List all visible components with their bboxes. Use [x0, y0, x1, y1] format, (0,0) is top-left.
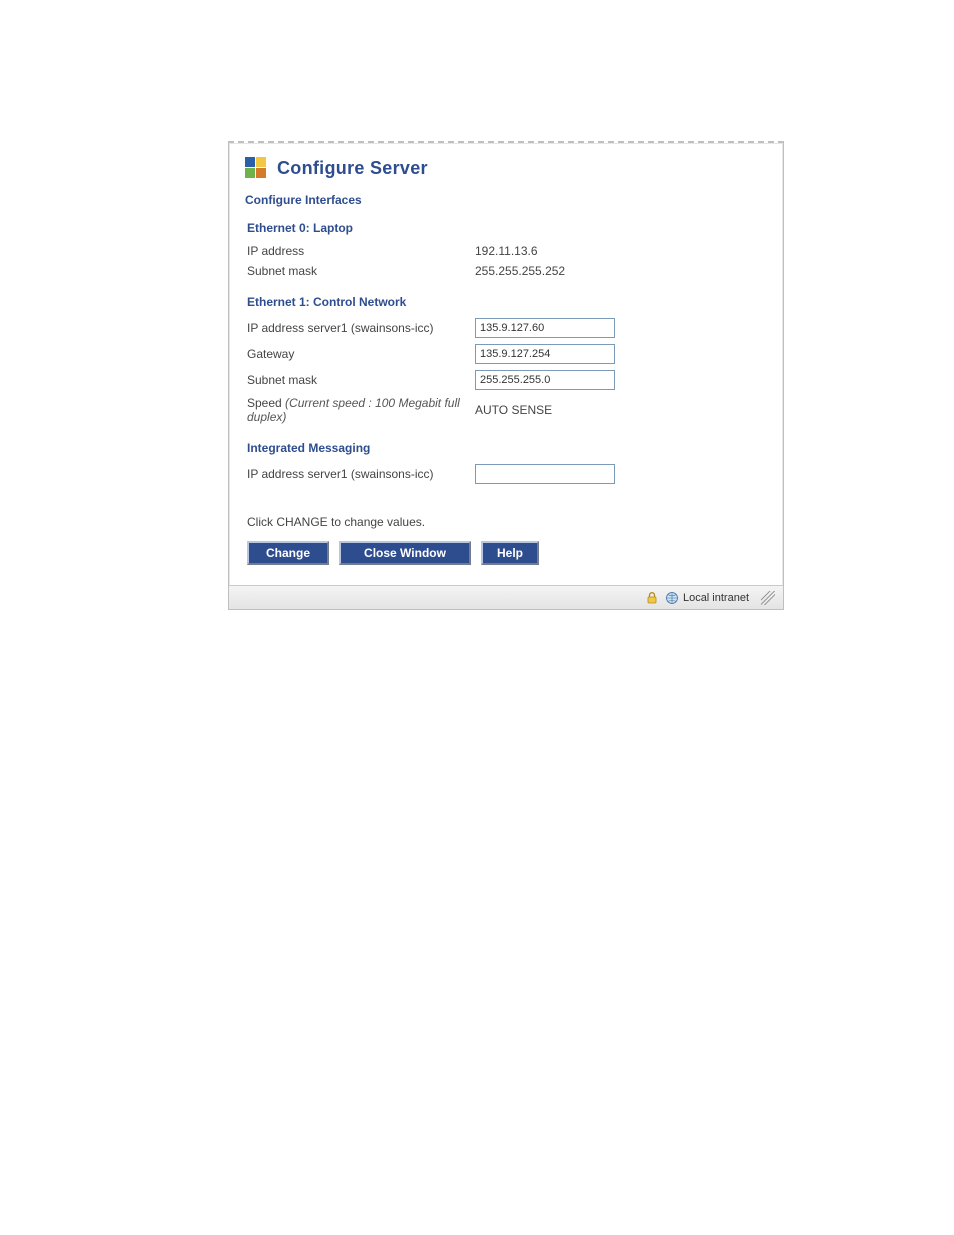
- table-row: Speed (Current speed : 100 Megabit full …: [247, 393, 621, 427]
- resize-grip-icon[interactable]: [761, 591, 775, 605]
- group-integrated-messaging: Integrated Messaging: [247, 441, 767, 455]
- eth1-speed-label: Speed (Current speed : 100 Megabit full …: [247, 393, 475, 427]
- table-row: IP address server1 (swainsons-icc): [247, 315, 621, 341]
- close-window-button[interactable]: Close Window: [339, 541, 471, 565]
- eth0-ip-label: IP address: [247, 241, 475, 261]
- eth1-ip-input[interactable]: [475, 318, 615, 338]
- table-row: Gateway: [247, 341, 621, 367]
- security-zone-text: Local intranet: [683, 592, 749, 604]
- app-logo-icon: [245, 157, 267, 179]
- im-ip-input[interactable]: [475, 464, 615, 484]
- eth0-mask-label: Subnet mask: [247, 261, 475, 281]
- eth0-ip-value: 192.11.13.6: [475, 241, 571, 261]
- table-row: IP address 192.11.13.6: [247, 241, 571, 261]
- configure-server-window: Configure Server Configure Interfaces Et…: [228, 141, 784, 610]
- eth1-table: IP address server1 (swainsons-icc) Gatew…: [247, 315, 621, 427]
- status-bar: Local intranet: [229, 585, 783, 609]
- help-button[interactable]: Help: [481, 541, 539, 565]
- eth0-mask-value: 255.255.255.252: [475, 261, 571, 281]
- eth1-ip-label: IP address server1 (swainsons-icc): [247, 315, 475, 341]
- lock-icon: [645, 591, 659, 605]
- instruction-text: Click CHANGE to change values.: [247, 515, 767, 529]
- button-row: Change Close Window Help: [247, 541, 767, 565]
- group-ethernet-0: Ethernet 0: Laptop: [247, 221, 767, 235]
- eth1-gateway-label: Gateway: [247, 341, 475, 367]
- eth1-speed-value: AUTO SENSE: [475, 393, 621, 427]
- eth1-gateway-input[interactable]: [475, 344, 615, 364]
- eth1-speed-label-text: Speed: [247, 396, 285, 410]
- table-row: Subnet mask 255.255.255.252: [247, 261, 571, 281]
- change-button[interactable]: Change: [247, 541, 329, 565]
- security-zone: Local intranet: [665, 591, 749, 605]
- eth0-table: IP address 192.11.13.6 Subnet mask 255.2…: [247, 241, 571, 281]
- group-ethernet-1: Ethernet 1: Control Network: [247, 295, 767, 309]
- title-row: Configure Server: [245, 157, 767, 179]
- im-table: IP address server1 (swainsons-icc): [247, 461, 621, 487]
- table-row: IP address server1 (swainsons-icc): [247, 461, 621, 487]
- globe-icon: [665, 591, 679, 605]
- table-row: Subnet mask: [247, 367, 621, 393]
- eth1-mask-label: Subnet mask: [247, 367, 475, 393]
- eth1-mask-input[interactable]: [475, 370, 615, 390]
- page-title: Configure Server: [277, 158, 428, 179]
- content-area: Configure Server Configure Interfaces Et…: [229, 143, 783, 585]
- section-configure-interfaces: Configure Interfaces: [245, 193, 767, 207]
- im-ip-label: IP address server1 (swainsons-icc): [247, 461, 475, 487]
